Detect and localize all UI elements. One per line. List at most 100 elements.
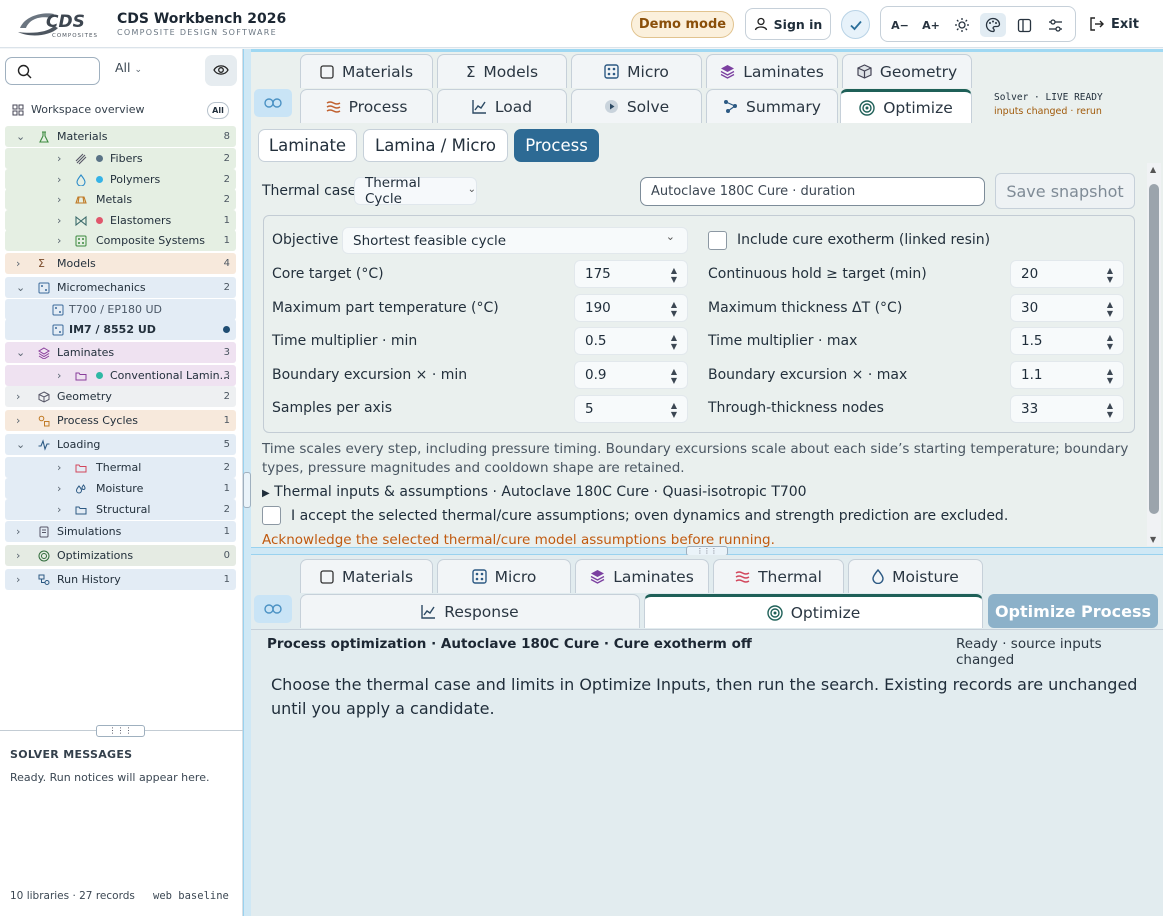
font-decrease-button[interactable]: A−	[887, 13, 913, 37]
subtab-process[interactable]: Process	[514, 129, 599, 162]
tab-bottom-thermal[interactable]: Thermal	[713, 559, 844, 593]
sidebar-item-models[interactable]: › Σ Models 4	[5, 253, 236, 274]
exit-button[interactable]: Exit	[1089, 12, 1149, 36]
link-toggle[interactable]	[254, 89, 292, 117]
boundary-max-value: 1.1	[1021, 367, 1043, 383]
sidebar-item-optimizations[interactable]: › Optimizations 0	[5, 545, 236, 566]
sidebar-item-simulations[interactable]: › Simulations 1	[5, 521, 236, 542]
tab-models[interactable]: Σ Models	[437, 54, 567, 88]
time-mult-max-label: Time multiplier · max	[708, 333, 858, 349]
sidebar-item-micromechanics[interactable]: ⌄ Micromechanics 2	[5, 277, 236, 298]
search-input[interactable]	[5, 57, 100, 85]
stepper-icon[interactable]: ▲ ▼	[671, 266, 677, 284]
sidebar-item-elastomers[interactable]: › Elastomers 1	[5, 210, 236, 231]
workspace-overview[interactable]: Workspace overview	[8, 100, 236, 120]
assumptions-disclosure[interactable]: ▶ Thermal inputs & assumptions · Autocla…	[262, 484, 807, 500]
max-part-temp-input[interactable]: 190 ▲ ▼	[574, 294, 688, 322]
sliders-icon	[1048, 18, 1062, 32]
workspace-all-badge[interactable]: All	[207, 102, 229, 119]
stepper-icon[interactable]: ▲ ▼	[1107, 300, 1113, 318]
tab-bottom-materials[interactable]: Materials	[300, 559, 433, 593]
subtab-laminate[interactable]: Laminate	[258, 129, 357, 162]
stepper-icon[interactable]: ▲ ▼	[1107, 401, 1113, 419]
scaling-note: Time scales every step, including pressu…	[262, 441, 1129, 476]
sidebar-item-composite-systems[interactable]: › Composite Systems 1	[5, 230, 236, 251]
accept-assumptions-checkbox[interactable]	[262, 506, 281, 525]
tab-materials[interactable]: Materials	[300, 54, 433, 88]
sidebar-item-laminates[interactable]: ⌄ Laminates 3	[5, 342, 236, 363]
tab-response[interactable]: Response	[300, 594, 640, 628]
visibility-toggle[interactable]	[205, 55, 237, 86]
light-theme-button[interactable]	[949, 13, 975, 37]
subtab-lamina-micro[interactable]: Lamina / Micro	[363, 129, 508, 162]
tab-geometry[interactable]: Geometry	[842, 54, 972, 88]
tab-bottom-moisture[interactable]: Moisture	[848, 559, 983, 593]
tab-bottom-micro[interactable]: Micro	[437, 559, 571, 593]
workspace-label: Workspace overview	[31, 103, 145, 116]
sidebar-item-run-history[interactable]: › Run History 1	[5, 569, 236, 590]
sidebar-item-im7-8552[interactable]: IM7 / 8552 UD	[5, 319, 236, 340]
time-mult-min-input[interactable]: 0.5 ▲ ▼	[574, 327, 688, 355]
link-toggle-bottom[interactable]	[254, 595, 292, 623]
sidebar-item-t700-ep180[interactable]: T700 / EP180 UD	[5, 299, 236, 320]
stepper-icon[interactable]: ▲ ▼	[1107, 266, 1113, 284]
app-subtitle: COMPOSITE DESIGN SOFTWARE	[117, 28, 277, 37]
network-icon	[724, 100, 738, 113]
save-snapshot-button[interactable]: Save snapshot	[995, 173, 1135, 209]
tab-laminates[interactable]: Laminates	[706, 54, 838, 88]
scrollbar-thumb[interactable]	[1149, 184, 1159, 514]
sign-in-button[interactable]: Sign in	[745, 8, 831, 40]
panel-layout-button[interactable]	[1011, 13, 1037, 37]
sidebar-item-materials[interactable]: ⌄ Materials 8	[5, 126, 236, 147]
sidebar-item-geometry[interactable]: › Geometry 2	[5, 386, 236, 407]
palette-button[interactable]	[980, 13, 1006, 37]
optimize-process-button[interactable]: Optimize Process	[988, 594, 1158, 628]
objective-select[interactable]: Shortest feasible cycle ⌄	[342, 227, 688, 254]
tab-optimize-results[interactable]: Optimize	[644, 594, 983, 628]
sidebar-item-thermal[interactable]: › Thermal 2	[5, 457, 236, 478]
sidebar-item-structural[interactable]: › Structural 2	[5, 499, 236, 520]
sidebar-item-polymers[interactable]: › Polymers 2	[5, 169, 236, 190]
scroll-up-icon[interactable]: ▲	[1150, 165, 1156, 174]
boundary-min-input[interactable]: 0.9 ▲ ▼	[574, 361, 688, 389]
nodes-input[interactable]: 33 ▲ ▼	[1010, 395, 1124, 423]
sidebar-splitter-grip[interactable]	[243, 472, 251, 508]
stepper-icon[interactable]: ▲ ▼	[671, 367, 677, 385]
core-target-input[interactable]: 175 ▲ ▼	[574, 260, 688, 288]
stepper-icon[interactable]: ▲ ▼	[671, 300, 677, 318]
demo-mode-badge[interactable]: Demo mode	[631, 11, 734, 38]
time-mult-max-input[interactable]: 1.5 ▲ ▼	[1010, 327, 1124, 355]
hold-input[interactable]: 20 ▲ ▼	[1010, 260, 1124, 288]
sidebar-item-fibers[interactable]: › Fibers 2	[5, 148, 236, 169]
tab-load[interactable]: Load	[437, 89, 567, 123]
tab-summary[interactable]: Summary	[706, 89, 838, 123]
sidebar-item-loading[interactable]: ⌄ Loading 5	[5, 434, 236, 455]
sidebar-item-metals[interactable]: › Metals 2	[5, 189, 236, 210]
nodes-value: 33	[1021, 401, 1039, 417]
check-button[interactable]	[841, 10, 870, 39]
tab-bottom-laminates[interactable]: Laminates	[575, 559, 709, 593]
settings-button[interactable]	[1042, 13, 1068, 37]
tab-optimize[interactable]: Optimize	[840, 89, 972, 123]
stepper-icon[interactable]: ▲ ▼	[1107, 333, 1113, 351]
sidebar-resize-handle[interactable]: ⋮⋮⋮	[96, 725, 145, 737]
boundary-max-input[interactable]: 1.1 ▲ ▼	[1010, 361, 1124, 389]
sidebar-item-moisture[interactable]: › Moisture 1	[5, 478, 236, 499]
tab-process[interactable]: Process	[300, 89, 433, 123]
font-increase-button[interactable]: A+	[918, 13, 944, 37]
objective-label: Objective	[272, 232, 339, 248]
filter-select[interactable]: All ⌄	[115, 60, 142, 75]
stepper-icon[interactable]: ▲ ▼	[1107, 367, 1113, 385]
sidebar-item-process-cycles[interactable]: › Process Cycles 1	[5, 410, 236, 431]
thickness-dt-input[interactable]: 30 ▲ ▼	[1010, 294, 1124, 322]
exotherm-checkbox[interactable]	[708, 231, 727, 250]
samples-input[interactable]: 5 ▲ ▼	[574, 395, 688, 423]
thermal-case-select[interactable]: Thermal Cycle ⌄	[354, 175, 477, 207]
sidebar-item-conventional-laminates[interactable]: › Conventional Lamin... 3	[5, 365, 236, 386]
tab-solve[interactable]: Solve	[571, 89, 702, 123]
scroll-down-icon[interactable]: ▼	[1150, 535, 1156, 544]
stepper-icon[interactable]: ▲ ▼	[671, 401, 677, 419]
tab-micro[interactable]: Micro	[571, 54, 702, 88]
stepper-icon[interactable]: ▲ ▼	[671, 333, 677, 351]
case-name-input[interactable]: Autoclave 180C Cure · duration	[640, 177, 985, 206]
